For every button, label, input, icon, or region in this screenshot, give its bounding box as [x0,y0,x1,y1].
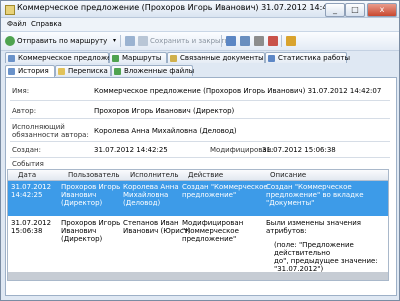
tab-history[interactable]: История [5,65,55,77]
cell-date: 31.07.2012 15:06:38 [11,219,52,235]
edit-icon[interactable] [226,36,236,46]
link-icon [170,55,177,62]
settings-icon[interactable] [286,36,296,46]
document-icon [5,5,15,15]
events-label: События [12,160,44,168]
column-executor[interactable]: Исполнитель [130,171,179,179]
tab-correspondence[interactable]: Переписка [55,65,111,76]
close-button[interactable]: x [367,3,397,17]
print-icon[interactable] [254,36,264,46]
table-row[interactable]: 31.07.2012 14:42:25 Прохоров Игорь Иванови… [8,181,388,216]
tab-work-statistics[interactable]: Статистика работы [265,52,350,63]
divider [10,100,390,101]
divider [10,141,390,142]
history-icon [8,68,15,75]
table-row[interactable]: 31.07.2012 15:06:38 Прохоров Игорь Иванови… [8,217,388,273]
acting-author-value: Королева Анна Михайловна (Деловод) [94,127,237,135]
tab-commercial-offer[interactable]: Коммерческое предложение [5,52,125,63]
send-route-dropdown-icon[interactable]: ▾ [113,35,116,47]
tab-attached-files[interactable]: Вложенные файлы [111,65,194,76]
acting-author-label-line2: обязанности автора: [12,131,89,139]
column-user[interactable]: Пользователь [68,171,120,179]
created-value: 31.07.2012 14:42:25 [94,146,168,154]
column-description[interactable]: Описание [270,171,306,179]
cell-user: Прохоров Игорь Иванович (Директор) [61,219,121,243]
cell-executor: Степанов Иван Иванович (Юрист) [123,219,191,235]
app-window: Коммерческое предложение (Прохоров Игорь… [0,0,400,301]
menu-help[interactable]: Справка [31,20,62,28]
tab-related-documents[interactable]: Связанные документы [167,52,265,63]
tab-row-main: Коммерческое предложение Маршруты Связан… [5,52,397,65]
attachment-icon [114,68,121,75]
cell-executor: Королева Анна Михайловна (Деловод) [123,183,179,207]
table-footer [8,272,388,280]
menu-file[interactable]: Файл [7,20,26,28]
tab-row-secondary: История Переписка Вложенные файлы [5,65,397,77]
cell-description: Создан "Коммерческое предложение" во вкла… [266,183,364,207]
created-label: Создан: [12,146,41,154]
divider [10,118,390,119]
send-route-button[interactable]: Отправить по маршруту [17,35,107,47]
route-icon [112,55,119,62]
save-close-icon [138,36,148,46]
author-value: Прохоров Игорь Иванович (Директор) [94,107,235,115]
author-label: Автор: [12,107,37,115]
cell-action: Создан "Коммерческое предложение" [182,183,268,199]
save-close-button[interactable]: Сохранить и закрыть [150,35,229,47]
statistics-icon [268,55,275,62]
name-label: Имя: [12,87,30,95]
cell-user: Прохоров Игорь Иванович (Директор) [61,183,121,207]
name-value: Коммерческое предложение (Прохоров Игорь… [94,87,382,95]
divider [10,157,390,158]
window-title: Коммерческое предложение (Прохоров Игорь… [17,3,346,12]
send-route-icon [5,36,15,46]
toolbar-separator [120,35,121,47]
tab-routes[interactable]: Маршруты [109,52,167,63]
toolbar-separator [281,35,282,47]
copy-icon[interactable] [240,36,250,46]
document-icon [8,55,15,62]
acting-author-label: Исполняющий [12,123,65,131]
column-action[interactable]: Действие [188,171,223,179]
delete-icon[interactable] [268,36,278,46]
toolbar: Отправить по маршруту ▾ Сохранить и закр… [1,32,399,51]
minimize-button[interactable]: _ [325,3,345,17]
menu-bar: Файл Справка [1,18,399,32]
cell-description: Были изменены значения атрибутов: (поле:… [266,219,378,273]
cell-date: 31.07.2012 14:42:25 [11,183,52,199]
events-table: Дата Пользователь Исполнитель Действие О… [7,169,389,281]
table-header: Дата Пользователь Исполнитель Действие О… [8,170,388,181]
title-bar[interactable]: Коммерческое предложение (Прохоров Игорь… [1,1,399,18]
modified-value: 31.07.2012 15:06:38 [262,146,336,154]
envelope-icon [58,68,65,75]
save-icon[interactable] [125,36,135,46]
column-date[interactable]: Дата [18,171,36,179]
toolbar-separator [221,35,222,47]
cell-action: Модифицирован "Коммерческое предложение" [182,219,244,243]
maximize-button[interactable]: □ [345,3,365,17]
